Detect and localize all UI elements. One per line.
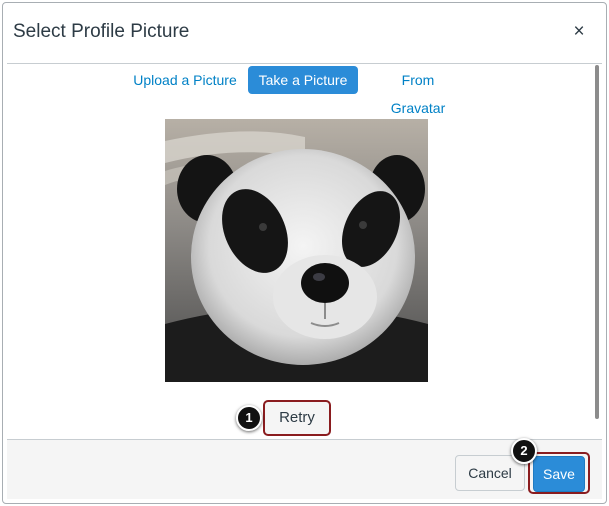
picture-source-tabs: Upload a Picture Take a Picture From Gra… <box>3 66 606 116</box>
tab-from-gravatar[interactable]: From Gravatar <box>363 66 473 116</box>
tab-take-picture[interactable]: Take a Picture <box>248 66 358 94</box>
select-profile-picture-dialog: Select Profile Picture × Upload a Pictur… <box>2 2 607 504</box>
save-button[interactable]: Save <box>533 456 585 492</box>
header-divider <box>7 63 602 64</box>
tab-upload-picture[interactable]: Upload a Picture <box>123 66 247 94</box>
callout-badge-1: 1 <box>236 405 262 431</box>
close-icon[interactable]: × <box>570 22 588 41</box>
dialog-scrollbar[interactable] <box>595 65 599 419</box>
panda-photo-icon <box>165 119 428 382</box>
dialog-title: Select Profile Picture <box>13 21 190 42</box>
retry-button[interactable]: Retry <box>263 400 331 436</box>
captured-photo <box>165 119 428 382</box>
dialog-header: Select Profile Picture × <box>3 3 606 63</box>
save-highlight: Save <box>528 452 590 494</box>
callout-badge-2: 2 <box>511 438 537 464</box>
